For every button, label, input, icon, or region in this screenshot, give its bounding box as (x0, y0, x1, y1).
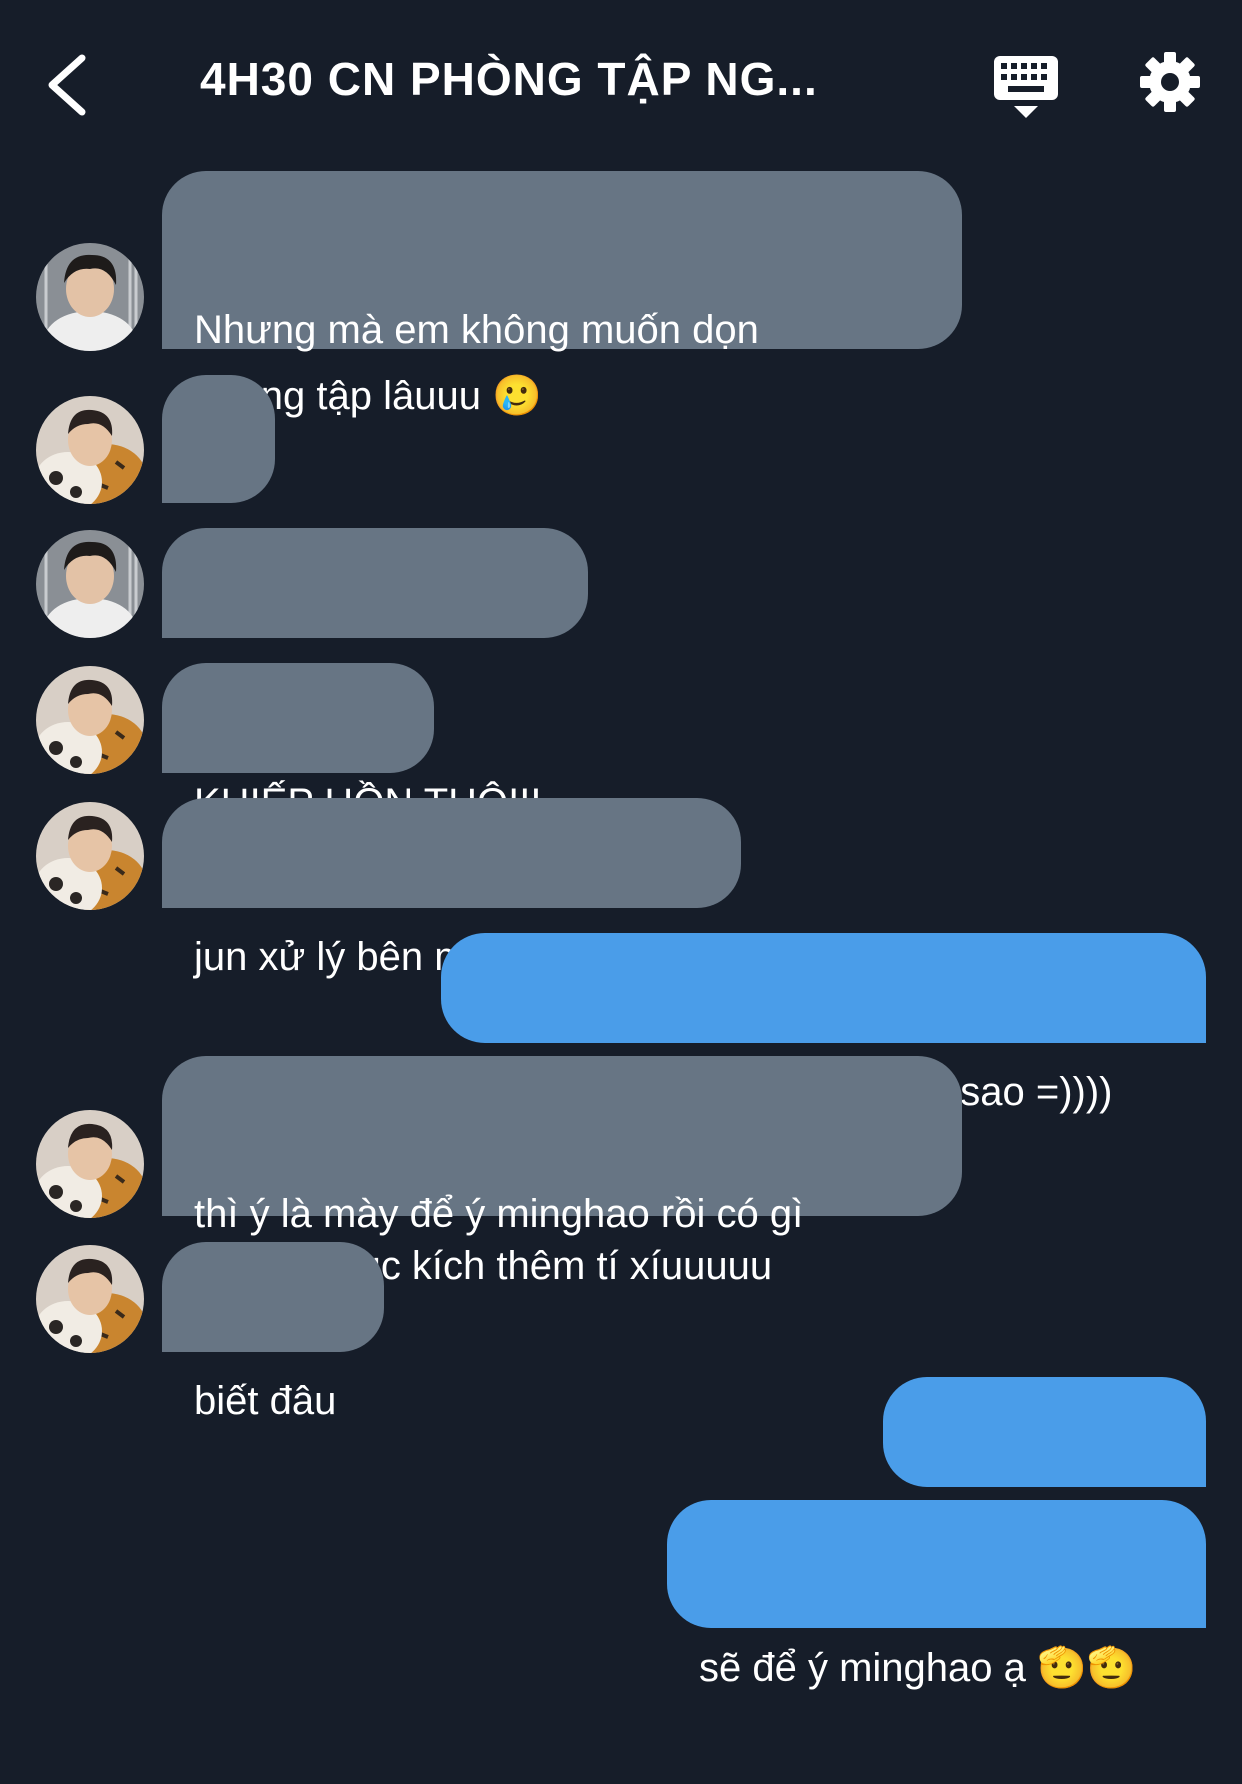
message-bubble[interactable]: KHIẾP HỒN THÔIII (162, 528, 588, 825)
chevron-left-icon (48, 54, 86, 116)
keyboard-button[interactable] (990, 52, 1062, 120)
message-text: sẽ để ý minghao ạ 🫡🫡 (699, 1646, 1137, 1690)
chat-title[interactable]: 4H30 CN PHÒNG TẬP NG... (200, 52, 890, 106)
avatar-sender-b[interactable] (36, 1245, 144, 1353)
message-bubble-outgoing[interactable]: khiếp nghe xử lý cứ như bị sao =)))) (441, 933, 1206, 1114)
avatar-sender-a[interactable] (36, 530, 144, 638)
message-bubble-outgoing[interactable]: sẽ để ý minghao ạ 🫡🫡 (667, 1500, 1206, 1690)
avatar-sender-b[interactable] (36, 1110, 144, 1218)
avatar-sender-a[interactable] (36, 243, 144, 351)
chat-header: 4H30 CN PHÒNG TẬP NG... (0, 0, 1242, 160)
avatar-sender-b[interactable] (36, 396, 144, 504)
message-bubble[interactable]: jun xử lý bên minghao nhé (162, 798, 741, 979)
message-text: Nhưng mà em không muốn dọn phòng tập lâu… (194, 308, 759, 418)
message-bubble[interactable]: Nhưng mà em không muốn dọn phòng tập lâu… (162, 171, 962, 418)
back-button[interactable] (40, 50, 100, 120)
message-bubble[interactable]: thì ý là mày để ý minghao rồi có gì thuy… (162, 1056, 962, 1288)
message-bubble[interactable]: 🐯 (162, 375, 275, 715)
gear-icon (1140, 52, 1200, 112)
avatar-sender-b[interactable] (36, 666, 144, 774)
avatar-sender-b[interactable] (36, 802, 144, 910)
message-bubble[interactable]: đấy thế thì (162, 663, 434, 844)
message-text: biết đâu (194, 1379, 337, 1423)
settings-button[interactable] (1138, 50, 1202, 114)
message-bubble-outgoing[interactable]: rồi rồi biết rồi (883, 1377, 1206, 1558)
keyboard-icon (994, 56, 1058, 118)
message-bubble[interactable]: biết đâu (162, 1242, 384, 1423)
